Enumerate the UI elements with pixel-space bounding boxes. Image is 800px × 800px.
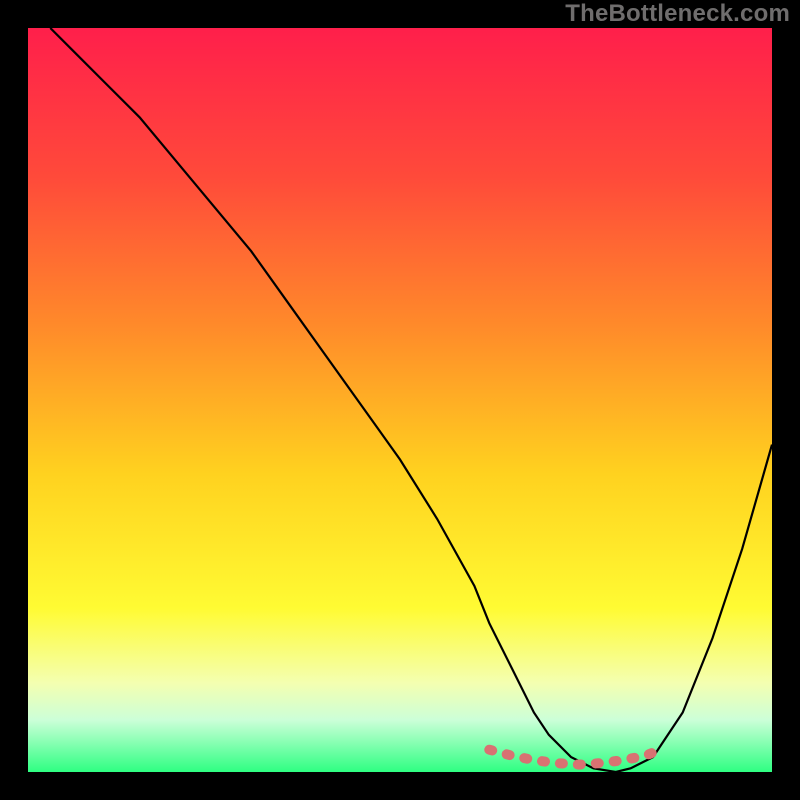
watermark-text: TheBottleneck.com [565, 0, 790, 28]
plot-area [28, 28, 772, 772]
gradient-background [28, 28, 772, 772]
chart-frame: TheBottleneck.com [0, 0, 800, 800]
chart-svg [28, 28, 772, 772]
